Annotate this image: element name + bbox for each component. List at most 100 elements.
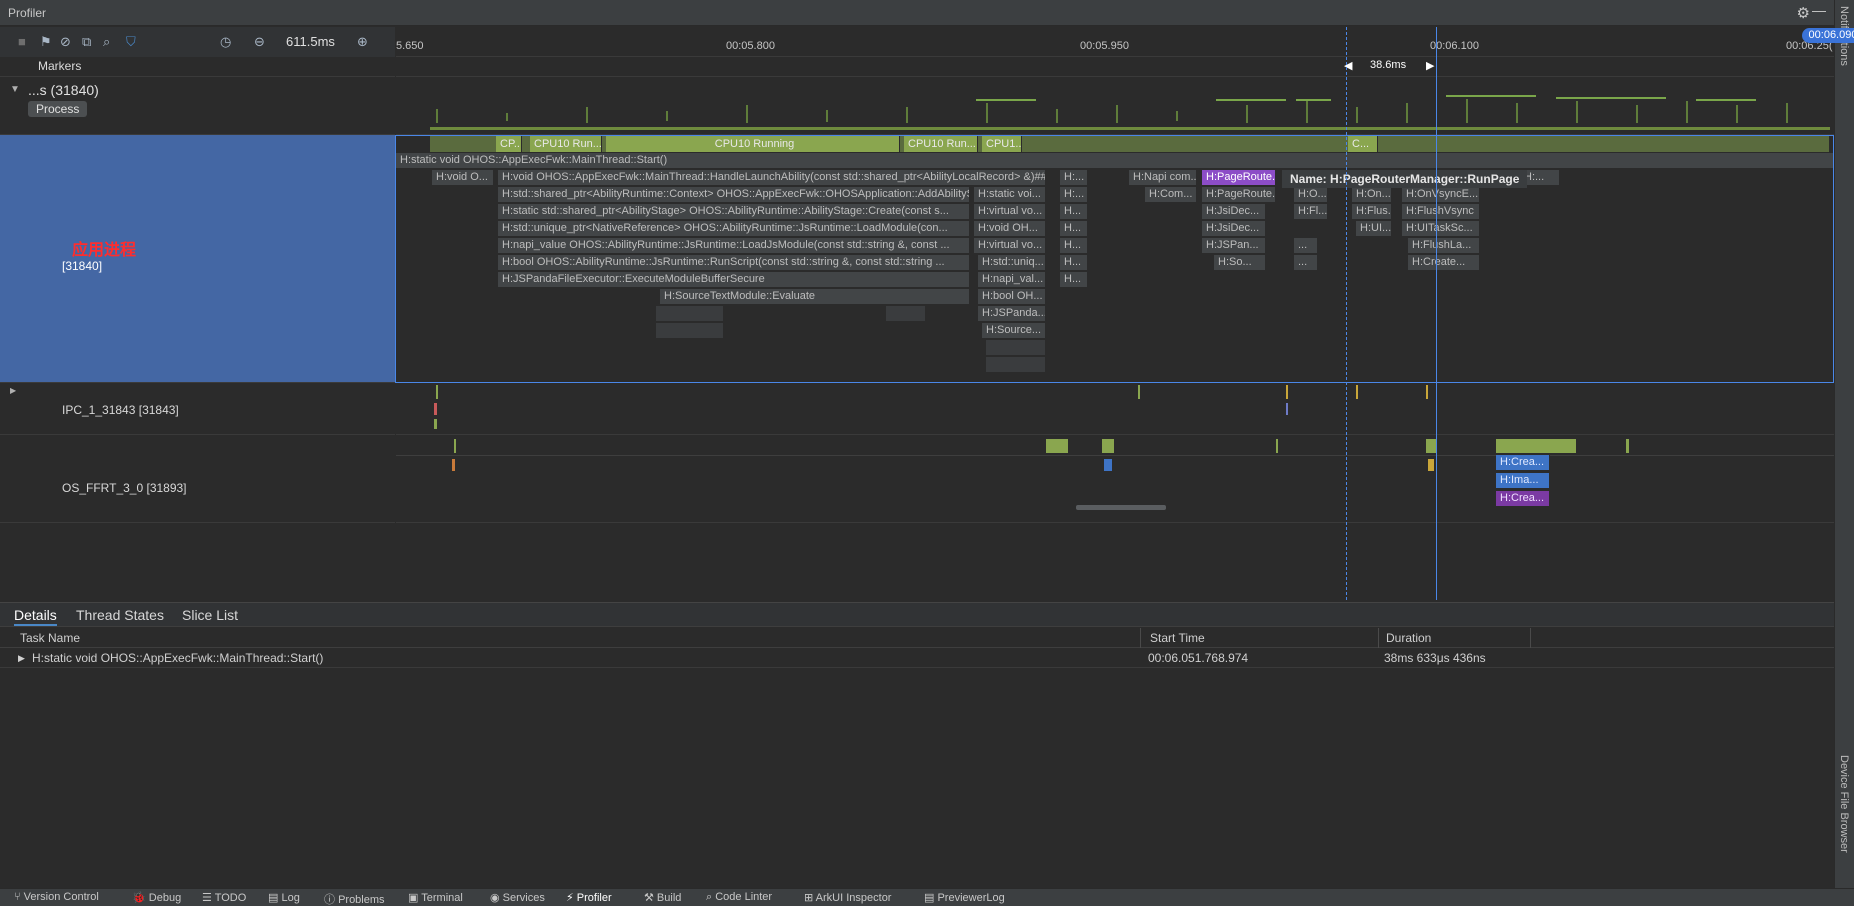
slice[interactable]: H:FlushLa... [1408, 238, 1480, 253]
slice[interactable]: H:... [1060, 170, 1088, 185]
time-ruler[interactable]: 5.650 00:05.800 00:05.950 00:06.100 00:0… [396, 27, 1854, 57]
slice[interactable]: H... [1060, 204, 1088, 219]
slice-selected[interactable]: H:PageRoute... [1202, 170, 1276, 185]
arkui-inspector-tab[interactable]: ⊞ ArkUI Inspector [804, 891, 891, 904]
cpu-slice[interactable]: CPU1... [982, 136, 1022, 152]
tab-details[interactable]: Details [14, 607, 57, 626]
todo-tab[interactable]: ☰ TODO [202, 891, 246, 904]
slice[interactable]: H... [1060, 272, 1088, 287]
column-duration[interactable]: Duration [1386, 631, 1431, 645]
slice[interactable]: H:void OH... [974, 221, 1046, 236]
reset-zoom-icon[interactable]: ◷ [220, 34, 231, 50]
slice[interactable]: H:napi_value OHOS::AbilityRuntime::JsRun… [498, 238, 970, 253]
slice[interactable]: ... [1294, 255, 1318, 270]
ipc-thread-track[interactable] [396, 383, 1834, 435]
cpu-slice[interactable]: C... [1348, 136, 1378, 152]
slice[interactable]: H:... [1060, 187, 1088, 202]
cpu-slice[interactable]: CP... [496, 136, 522, 152]
zoom-out-icon[interactable]: ⊖ [254, 34, 265, 50]
slice[interactable]: H:static voi... [974, 187, 1046, 202]
slice[interactable]: H:std::shared_ptr<AbilityRuntime::Contex… [498, 187, 970, 202]
stop-icon[interactable]: ■ [18, 34, 26, 49]
log-tab[interactable]: ▤ Log [268, 891, 300, 904]
slice[interactable]: H:UITaskSc... [1402, 221, 1480, 236]
slice[interactable]: H:void O... [432, 170, 494, 185]
terminal-tab[interactable]: ▣ Terminal [408, 891, 463, 904]
slice[interactable]: H:On... [1352, 187, 1392, 202]
slice[interactable]: H... [1060, 255, 1088, 270]
slice[interactable]: H:JSPan... [1202, 238, 1266, 253]
column-task-name[interactable]: Task Name [20, 631, 80, 645]
process-header[interactable]: ▼ ...s (31840) Process [0, 77, 395, 135]
slice[interactable]: H:Com... [1145, 187, 1197, 202]
slice-root[interactable]: H:static void OHOS::AppExecFwk::MainThre… [396, 153, 1834, 168]
cpu-slice[interactable]: CPU10 Run... [904, 136, 978, 152]
version-control-tab[interactable]: ⑂ Version Control [14, 891, 99, 903]
slice[interactable]: H... [1060, 221, 1088, 236]
tab-slice-list[interactable]: Slice List [182, 607, 238, 623]
zoom-in-icon[interactable]: ⊕ [357, 34, 368, 50]
process-track[interactable] [396, 77, 1834, 135]
column-divider[interactable] [1530, 628, 1531, 648]
slice[interactable]: H:Source... [982, 323, 1046, 338]
slice[interactable]: H:static std::shared_ptr<AbilityStage> O… [498, 204, 970, 219]
slice[interactable]: H:std::uniq... [978, 255, 1046, 270]
markers-track[interactable]: ◀ 38.6ms ▶ [396, 57, 1834, 77]
expand-row-icon[interactable]: ▶ [18, 653, 25, 664]
select-icon[interactable]: ⧉ [82, 34, 91, 50]
problems-tab[interactable]: ⓘ Problems [324, 891, 385, 906]
slice[interactable]: H:So... [1214, 255, 1266, 270]
slice[interactable]: H:JsiDec... [1202, 204, 1266, 219]
search-icon[interactable]: ⌕ [103, 34, 110, 50]
build-tab[interactable]: ⚒ Build [644, 891, 681, 904]
slice[interactable]: H:Fl... [1294, 204, 1328, 219]
column-divider[interactable] [1140, 628, 1141, 648]
slice[interactable]: H:napi_val... [978, 272, 1046, 287]
profiler-tab[interactable]: ⚡ Profiler [566, 891, 612, 904]
table-row[interactable]: ▶ H:static void OHOS::AppExecFwk::MainTh… [0, 648, 1834, 668]
device-file-browser-tab[interactable]: Device File Browser [1838, 755, 1850, 853]
no-entry-icon[interactable]: ⊘ [60, 34, 71, 50]
column-divider[interactable] [1378, 628, 1379, 648]
tab-thread-states[interactable]: Thread States [76, 607, 164, 623]
minimize-icon[interactable]: — [1812, 2, 1826, 18]
slice[interactable]: H:Napi com... [1129, 170, 1197, 185]
slice[interactable]: H:Crea... [1496, 455, 1550, 470]
slice[interactable]: ... [1294, 238, 1318, 253]
ffrt-thread-track[interactable]: H:Crea... H:Ima... H:Crea... [396, 435, 1834, 523]
ffrt-thread-header[interactable]: OS_FFRT_3_0 [31893] [0, 435, 395, 523]
code-linter-tab[interactable]: ⌕ Code Linter [706, 891, 772, 904]
slice[interactable]: H:Ima... [1496, 473, 1550, 488]
slice[interactable]: H:JsiDec... [1202, 221, 1266, 236]
expand-icon[interactable]: ▶ [10, 386, 16, 395]
filter-icon[interactable]: ⛉ [126, 34, 136, 50]
services-tab[interactable]: ◉ Services [490, 891, 545, 904]
slice[interactable]: H:JSPandaFileExecutor::ExecuteModuleBuff… [498, 272, 970, 287]
collapse-icon[interactable]: ▼ [10, 84, 20, 95]
flag-icon[interactable]: ⚑ [40, 34, 52, 50]
slice[interactable]: H:O... [1294, 187, 1328, 202]
slice[interactable]: H:SourceTextModule::Evaluate [660, 289, 970, 304]
slice[interactable]: H:bool OH... [978, 289, 1046, 304]
slice[interactable]: H... [1060, 238, 1088, 253]
slice[interactable]: H:Flus... [1352, 204, 1392, 219]
slice[interactable]: H:std::unique_ptr<NativeReference> OHOS:… [498, 221, 970, 236]
slice[interactable]: H:UI... [1356, 221, 1392, 236]
slice[interactable]: H:virtual vo... [974, 204, 1046, 219]
main-thread-track[interactable]: CP... CPU10 Run... CPU10 Running CPU10 R… [396, 135, 1834, 383]
slice[interactable]: H:OnVsyncE... [1402, 187, 1480, 202]
slice[interactable]: H:PageRoute... [1202, 187, 1276, 202]
gear-icon[interactable]: ⚙ [1797, 4, 1810, 22]
slice[interactable]: H:Create... [1408, 255, 1480, 270]
previewer-log-tab[interactable]: ▤ PreviewerLog [924, 891, 1005, 904]
cpu-slice[interactable]: CPU10 Running [606, 136, 900, 152]
slice[interactable]: H:void OHOS::AppExecFwk::MainThread::Han… [498, 170, 1046, 185]
slice[interactable]: H:bool OHOS::AbilityRuntime::JsRuntime::… [498, 255, 970, 270]
debug-tab[interactable]: 🐞 Debug [132, 891, 181, 904]
slice[interactable]: H:virtual vo... [974, 238, 1046, 253]
column-start-time[interactable]: Start Time [1150, 631, 1205, 645]
main-thread-header[interactable]: 应用进程 [31840] [0, 135, 395, 383]
slice[interactable]: H:Crea... [1496, 491, 1550, 506]
slice[interactable]: H:FlushVsync [1402, 204, 1480, 219]
slice[interactable]: H:JSPanda... [978, 306, 1046, 321]
